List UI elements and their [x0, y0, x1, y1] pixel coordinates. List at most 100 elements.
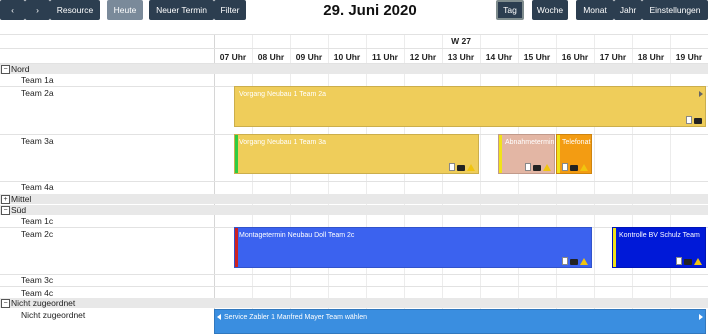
briefcase-icon	[457, 165, 465, 171]
divider	[0, 181, 708, 182]
hour-divider	[404, 34, 405, 334]
hour-divider	[670, 34, 671, 334]
hour-divider	[442, 34, 443, 334]
new-appointment-button[interactable]: Neuer Termin	[149, 0, 214, 20]
document-icon	[562, 257, 568, 265]
event-bar[interactable]: Montagetermin Neubau Doll Team 2c	[234, 227, 592, 268]
status-stripe	[499, 135, 502, 173]
expand-toggle-mittel[interactable]: +	[1, 195, 10, 204]
view-week-button[interactable]: Woche	[532, 0, 568, 20]
date-title: 29. Juni 2020	[323, 2, 417, 19]
warning-icon	[543, 164, 551, 171]
briefcase-icon	[533, 165, 541, 171]
event-title: Abnahmetermin	[505, 139, 555, 146]
hour-label: 10 Uhr	[333, 52, 361, 62]
resource-button[interactable]: Resource	[50, 0, 100, 20]
event-title: Vorgang Neubau 1 Team 3a	[239, 139, 327, 146]
document-icon	[686, 116, 692, 124]
group-row-nord	[0, 64, 708, 74]
event-bar[interactable]: Vorgang Neubau 1 Team 2a	[234, 86, 706, 127]
briefcase-icon	[570, 165, 578, 171]
event-icons	[674, 256, 702, 265]
view-year-button[interactable]: Jahr	[614, 0, 642, 20]
status-stripe	[613, 228, 616, 267]
hour-label: 13 Uhr	[447, 52, 475, 62]
hour-label: 12 Uhr	[409, 52, 437, 62]
group-row-mittel	[0, 194, 708, 204]
event-icons	[560, 256, 588, 265]
team-label-4c: Team 4c	[21, 288, 54, 298]
status-stripe	[235, 228, 238, 267]
warning-icon	[580, 164, 588, 171]
team-label-4a: Team 4a	[21, 182, 54, 192]
view-day-button[interactable]: Tag	[496, 0, 524, 20]
hour-label: 09 Uhr	[295, 52, 323, 62]
hour-divider	[632, 34, 633, 334]
collapse-toggle-sued[interactable]: −	[1, 206, 10, 215]
status-stripe	[235, 135, 238, 173]
chevron-right-icon: ›	[36, 5, 39, 15]
event-icons	[523, 162, 551, 171]
group-label-nord: Nord	[11, 64, 30, 74]
hour-divider	[366, 34, 367, 334]
today-button[interactable]: Heute	[107, 0, 143, 20]
view-month-button[interactable]: Monat	[576, 0, 614, 20]
event-bar[interactable]: Abnahmetermin	[498, 134, 555, 174]
hour-label: 18 Uhr	[637, 52, 665, 62]
chevron-left-icon: ‹	[11, 5, 14, 15]
team-label-2c: Team 2c	[21, 229, 54, 239]
team-label-3a: Team 3a	[21, 136, 54, 146]
team-label-unassigned: Nicht zugeordnet	[21, 310, 86, 320]
hour-label: 07 Uhr	[219, 52, 247, 62]
hour-divider	[594, 34, 595, 334]
continues-right-icon	[699, 91, 703, 97]
hour-label: 19 Uhr	[675, 52, 703, 62]
divider	[0, 48, 708, 49]
hour-label: 11 Uhr	[372, 52, 398, 62]
briefcase-icon	[694, 118, 702, 124]
hour-divider	[480, 34, 481, 334]
week-label: W 27	[451, 36, 471, 46]
hour-label: 14 Uhr	[485, 52, 513, 62]
group-row-unassigned	[0, 298, 708, 308]
team-label-2a: Team 2a	[21, 88, 54, 98]
group-label-mittel: Mittel	[11, 194, 32, 204]
continues-left-icon	[217, 314, 221, 320]
collapse-toggle-nord[interactable]: −	[1, 65, 10, 74]
scheduler-grid: W 27 07 Uhr 08 Uhr 09 Uhr 10 Uhr 11 Uhr …	[0, 34, 708, 334]
filter-button[interactable]: Filter	[214, 0, 246, 20]
hour-divider	[556, 34, 557, 334]
document-icon	[562, 163, 568, 171]
hour-divider	[252, 34, 253, 334]
warning-icon	[694, 258, 702, 265]
briefcase-icon	[570, 259, 578, 265]
hour-label: 17 Uhr	[599, 52, 627, 62]
event-title: Service Zabler 1 Manfred Mayer Team wähl…	[224, 314, 368, 321]
group-label-unassigned: Nicht zugeordnet	[11, 298, 76, 308]
collapse-toggle-unassigned[interactable]: −	[1, 299, 10, 308]
document-icon	[525, 163, 531, 171]
prev-button[interactable]: ‹	[0, 0, 25, 20]
hour-divider	[518, 34, 519, 334]
event-icons	[447, 162, 475, 171]
document-icon	[676, 257, 682, 265]
event-bar[interactable]: Kontrolle BV Schulz Team	[612, 227, 706, 268]
event-bar[interactable]: Service Zabler 1 Manfred Mayer Team wähl…	[214, 309, 706, 334]
warning-icon	[580, 258, 588, 265]
toolbar: ‹ › Resource Heute Neuer Termin Filter 2…	[0, 0, 708, 22]
continues-right-icon	[699, 314, 703, 320]
event-icons	[560, 162, 588, 171]
team-label-3c: Team 3c	[21, 275, 54, 285]
hour-label: 16 Uhr	[561, 52, 589, 62]
divider	[0, 286, 708, 287]
hour-divider	[328, 34, 329, 334]
settings-button[interactable]: Einstellungen	[642, 0, 708, 20]
hour-label: 15 Uhr	[523, 52, 551, 62]
event-bar[interactable]: Vorgang Neubau 1 Team 3a	[234, 134, 479, 174]
event-bar[interactable]: Telefonat	[556, 134, 592, 174]
team-label-1c: Team 1c	[21, 216, 54, 226]
group-row-sued	[0, 205, 708, 215]
group-label-sued: Süd	[11, 205, 27, 215]
next-button[interactable]: ›	[25, 0, 50, 20]
hour-label: 08 Uhr	[257, 52, 285, 62]
